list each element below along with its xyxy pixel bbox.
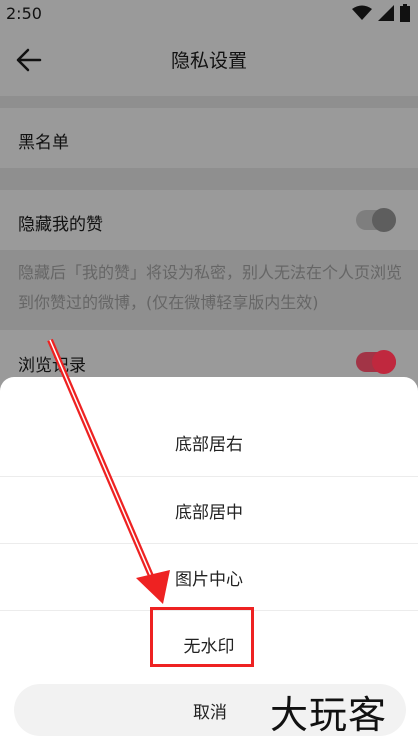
option-image-center[interactable]: 图片中心 [0, 543, 418, 610]
blacklist-row[interactable]: 黑名单 [0, 108, 418, 168]
hide-likes-row: 隐藏我的赞 [0, 190, 418, 250]
hide-likes-toggle[interactable] [356, 208, 396, 232]
status-bar: 2:50 [0, 0, 418, 26]
section-divider [0, 168, 418, 190]
option-bottom-center[interactable]: 底部居中 [0, 476, 418, 543]
hide-likes-description: 隐藏后「我的赞」将设为私密，别人无法在个人页浏览到你赞过的微博，(仅在微博轻享版… [18, 263, 403, 312]
signal-icon [378, 5, 394, 21]
status-icons [352, 3, 410, 23]
toggle-knob [372, 208, 396, 232]
wifi-icon [352, 5, 372, 20]
blacklist-label: 黑名单 [18, 133, 69, 153]
status-time: 2:50 [6, 4, 42, 23]
section-divider [0, 96, 418, 108]
browse-history-label: 浏览记录 [18, 356, 86, 376]
hide-likes-label: 隐藏我的赞 [18, 215, 103, 235]
browse-history-toggle[interactable] [356, 350, 396, 374]
battery-icon [400, 4, 410, 22]
navbar: 隐私设置 [0, 26, 418, 96]
annotation-highlight-box [150, 607, 254, 667]
watermark-logo: 大玩客 [270, 693, 388, 737]
page-title: 隐私设置 [170, 50, 247, 72]
browse-history-row: 浏览记录 [0, 334, 418, 377]
option-bottom-right[interactable]: 底部居右 [0, 409, 418, 475]
toggle-knob [372, 350, 396, 374]
